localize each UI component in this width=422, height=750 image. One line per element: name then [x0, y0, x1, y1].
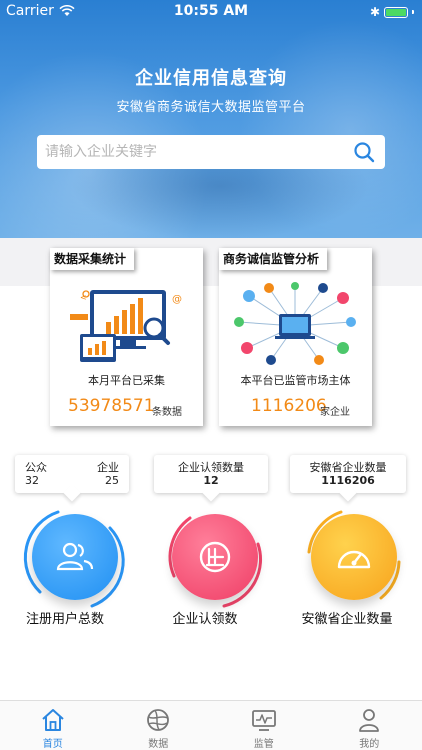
claim-button[interactable]	[172, 514, 258, 600]
tab-label: 我的	[359, 739, 380, 750]
tab-label: 监管	[253, 739, 274, 750]
tab-bar: 首页 数据 监管 我的	[0, 700, 422, 750]
public-label: 公众	[25, 461, 47, 474]
monitor-icon	[251, 710, 276, 731]
user-count-tooltip: 公众 企业 32 25	[15, 455, 129, 493]
battery-icon	[384, 6, 408, 18]
claim-label: 企业认领数量	[178, 461, 244, 474]
user-icon	[359, 709, 380, 732]
province-enterprises-stat[interactable]	[299, 508, 409, 608]
claimed-enterprises-label: 企业认领数	[172, 612, 238, 627]
tab-supervision[interactable]: 监管	[211, 701, 317, 750]
claim-count-tooltip: 企业认领数量 12	[154, 455, 268, 493]
bluetooth-icon: ✱	[369, 5, 380, 19]
search-input[interactable]	[45, 144, 353, 160]
globe-icon	[147, 709, 170, 731]
card-caption: 本平台已监管市场主体	[240, 374, 351, 387]
claim-value: 12	[203, 474, 219, 487]
home-icon	[42, 709, 64, 731]
users-button[interactable]	[32, 514, 118, 600]
enterprise-label: 企业	[97, 461, 119, 474]
tab-data[interactable]: 数据	[106, 701, 212, 750]
gauge-icon	[337, 550, 371, 569]
status-bar: Carrier 10:55 AM ✱	[0, 0, 422, 22]
search-bar[interactable]	[37, 135, 385, 169]
claimed-enterprises-stat[interactable]	[160, 508, 270, 608]
collected-count: 53978571	[68, 396, 155, 416]
tab-profile[interactable]: 我的	[317, 701, 422, 750]
public-value: 32	[25, 474, 39, 487]
users-icon	[56, 542, 94, 571]
province-enterprises-label: 安徽省企业数量	[301, 612, 393, 627]
province-label: 安徽省企业数量	[309, 461, 387, 474]
enterprise-value: 25	[105, 474, 119, 487]
page-subtitle: 安徽省商务诚信大数据监管平台	[116, 100, 306, 115]
card-tag: 数据采集统计	[50, 248, 135, 270]
card-tag: 商务诚信监管分析	[219, 248, 328, 270]
card-caption: 本月平台已采集	[88, 374, 165, 387]
clock: 10:55 AM	[173, 3, 249, 19]
card-unit: 条数据	[152, 407, 182, 418]
network-illustration	[234, 282, 356, 365]
supervision-analysis-card[interactable]: 商务诚信监管分析 本平台已监管市场主体 1116206 家企业	[219, 248, 372, 426]
province-count-tooltip: 安徽省企业数量 1116206	[290, 455, 406, 493]
province-value: 1116206	[321, 474, 375, 487]
tab-label: 首页	[42, 739, 63, 750]
header-banner	[0, 0, 422, 238]
data-collection-card[interactable]: 数据采集统计 < @ 本月平台已采集 53978571 条数据	[50, 248, 203, 426]
battery-indicator: ✱	[370, 5, 414, 19]
svg-text:@: @	[172, 294, 182, 305]
tab-label: 数据	[148, 739, 169, 750]
tab-home[interactable]: 首页	[0, 701, 106, 750]
analytics-illustration: < @	[70, 290, 182, 362]
page-title: 企业信用信息查询	[135, 68, 287, 89]
registered-users-stat[interactable]	[20, 508, 130, 608]
enterprise-icon	[199, 541, 231, 573]
search-icon[interactable]	[353, 141, 375, 163]
registered-users-label: 注册用户总数	[25, 612, 104, 627]
province-button[interactable]	[311, 514, 397, 600]
card-unit: 家企业	[320, 407, 350, 418]
supervised-count: 1116206	[251, 396, 327, 416]
